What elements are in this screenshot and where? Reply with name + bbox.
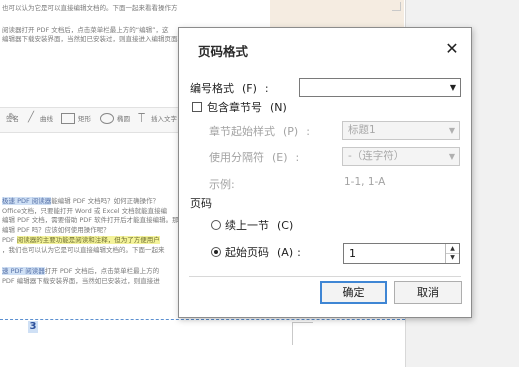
include-chapter-label: 包含章节号 (N) [207, 101, 287, 114]
page-number-format-dialog: 页码格式 ✕ 编号格式 (F): ▼ 包含章节号 (N) 章节起始样式 (P): 标题… [178, 27, 472, 318]
drawing-tool-label[interactable]: 签名 [6, 113, 19, 123]
start-page-number-input[interactable]: 1 ▲ ▼ [343, 243, 460, 264]
drawing-tool-label[interactable]: 矩形 [78, 113, 91, 123]
doc-text-line: 极速 PDF 阅读器能编辑 PDF 文档吗？如何正确操作？ [2, 197, 160, 205]
doc-text-line: PDF 编辑器下载安装界面，当然如已安装过，则直接进 [2, 277, 160, 285]
include-chapter-checkbox[interactable] [192, 102, 202, 112]
separator-label: 使用分隔符 (E): [209, 151, 300, 164]
chevron-down-icon: ▼ [449, 83, 456, 92]
chapter-style-label: 章节起始样式 (P): [209, 125, 310, 138]
start-at-label: 起始页码 (A): [225, 246, 301, 259]
page-number[interactable]: 3 [28, 321, 38, 333]
margin-corner-mark [392, 2, 401, 11]
drawing-tool-label[interactable]: 曲线 [40, 113, 53, 123]
doc-text-line: 也可以认为它是可以直接编辑文档的。下面一起来看看操作方 [2, 4, 178, 12]
doc-text-line: 编辑 PDF 文档，需要借助 PDF 软件打开后才能直接编辑。那么极速 [2, 216, 199, 224]
doc-text-line: PDF 阅读器的主要功能是阅读和注释，但为了方便用户 [2, 236, 160, 244]
doc-text-line: 速 PDF 阅读器打开 PDF 文档后，点击菜单栏最上方的 [2, 267, 160, 275]
doc-text-line: Office文档，只要能打开 Word 或 Excel 文档就能直接编 [2, 207, 168, 215]
divider [189, 276, 461, 277]
page-numbering-section-label: 页码 [190, 197, 212, 210]
ok-button[interactable]: 确定 [320, 281, 387, 304]
stepper-down-icon[interactable]: ▼ [446, 253, 459, 262]
cancel-button[interactable]: 取消 [394, 281, 462, 304]
chapter-style-select[interactable]: 标题1 ▼ [342, 121, 460, 140]
start-at-radio[interactable] [211, 247, 221, 257]
continue-previous-label: 续上一节 (C) [225, 219, 294, 232]
chevron-down-icon: ▼ [448, 126, 455, 135]
doc-text-line: ，我们也可以认为它是可以直接编辑文档的。下面一起来 [2, 246, 165, 254]
chevron-down-icon: ▼ [448, 152, 455, 161]
line-icon[interactable]: ╱ [28, 112, 34, 124]
doc-text-line: 编辑 PDF 吗？应该如何使用操作呢？ [2, 226, 110, 234]
number-format-label: 编号格式 (F): [190, 82, 269, 95]
footer-boundary [0, 319, 405, 320]
continue-previous-radio[interactable] [211, 220, 221, 230]
drawing-tool-label[interactable]: 插入文字 [151, 113, 177, 123]
drawing-tool-label[interactable]: 椭圆 [117, 113, 130, 123]
drawing-toolbar: ✎ 签名 ╱ 曲线 矩形 椭圆 ⟙ 插入文字 [0, 107, 178, 133]
close-icon[interactable]: ✕ [442, 39, 462, 59]
text-insert-icon[interactable]: ⟙ [138, 112, 145, 124]
example-value: 1-1, 1-A [344, 176, 386, 188]
ellipse-icon[interactable] [100, 113, 114, 124]
rectangle-icon[interactable] [61, 113, 75, 124]
doc-text-line: 阅读器打开 PDF 文档后，点击菜单栏最上方的“编辑”，这 [2, 26, 169, 34]
example-label: 示例: [209, 178, 235, 191]
separator-select[interactable]: -（连字符） ▼ [342, 147, 460, 166]
margin-corner-mark [292, 322, 313, 345]
number-format-select[interactable]: ▼ [299, 78, 461, 97]
dialog-title: 页码格式 [198, 44, 249, 59]
start-page-stepper: ▲ ▼ [445, 244, 459, 263]
doc-text-line: 编辑器下载安装界面，当然如已安装过，则直接进入编辑页面。 [2, 35, 184, 43]
